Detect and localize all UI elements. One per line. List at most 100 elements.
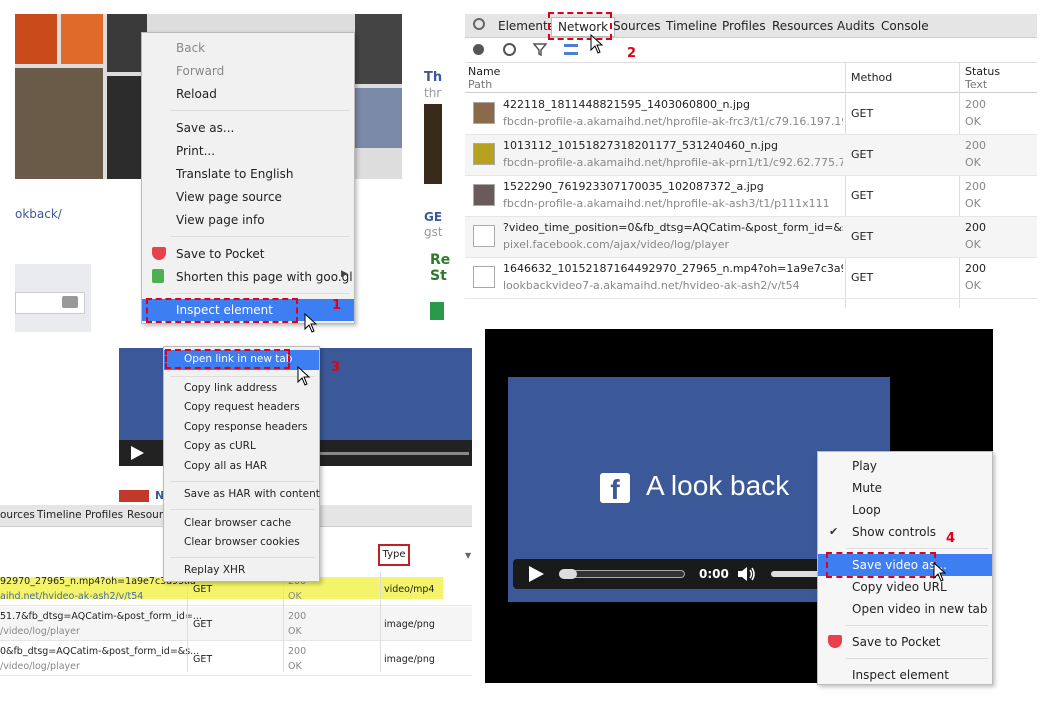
menu-shorten-googl[interactable]: Shorten this page with goo.gl [142,266,354,288]
side-get: GE [424,210,443,224]
camera-icon[interactable] [62,296,78,308]
menu-print[interactable]: Print... [142,140,354,162]
col-divider [380,572,381,672]
table-row[interactable]: ?video_time_position=0&fb_dtsg=AQCatim-&… [465,217,1037,258]
tab-console[interactable]: Console [875,17,935,35]
col-status[interactable]: Status [965,65,1000,78]
menu-clear-cache[interactable]: Clear browser cache [164,514,319,534]
row-text: OK [965,197,981,210]
menu-copy-as-curl[interactable]: Copy as cURL [164,437,319,457]
sort-arrow-icon[interactable]: ▼ [465,551,471,560]
highlight-box-3 [165,349,290,369]
menu-view-source[interactable]: View page source [142,186,354,208]
menu-save-as[interactable]: Save as... [142,117,354,139]
menu-separator [170,376,315,377]
menu-separator [170,557,315,558]
menu-view-info[interactable]: View page info [142,209,354,231]
menu-save-as-har[interactable]: Save as HAR with content [164,485,320,505]
menu-save-to-pocket[interactable]: Save to Pocket [142,243,354,265]
row-path: pixel.facebook.com/ajax/video/log/player [503,238,730,251]
row-name: ?video_time_position=0&fb_dtsg=AQCatim-&… [503,221,843,234]
post-avatar [119,490,149,502]
row-type: video/mp4 [384,584,435,595]
tab-timeline[interactable]: Timeline [660,17,723,35]
submenu-arrow-icon: ▶ [341,269,348,279]
list-view-icon[interactable] [564,44,578,55]
file-icon [473,225,495,247]
col-name[interactable]: Name [468,65,500,78]
table-row[interactable]: 51.7&fb_dtsg=AQCatim-&post_form_id=... /… [0,607,472,641]
tab-profiles[interactable]: Profiles [85,509,123,521]
tab-audits[interactable]: Audits [831,17,881,35]
tab-timeline[interactable]: Timeline [37,509,82,521]
row-status: 200 [965,98,986,111]
search-box[interactable] [15,292,85,314]
menu-play[interactable]: Play [818,455,992,477]
mouse-cursor-icon [590,34,604,54]
type-column-header[interactable]: Type [378,544,410,566]
row-type: image/png [384,619,435,630]
progress-track[interactable] [319,452,469,455]
menu-copy-all-as-har[interactable]: Copy all as HAR [164,457,319,477]
menu-copy-response-headers[interactable]: Copy response headers [164,418,319,438]
row-name: 1522290_761923307170035_102087372_a.jpg [503,180,764,193]
menu-separator [846,625,988,626]
url-text[interactable]: okback/ [15,207,62,221]
filter-icon[interactable] [533,43,547,56]
menu-copy-link-address[interactable]: Copy link address [164,379,319,399]
thumbnail-image [473,102,495,124]
record-icon[interactable] [473,44,484,55]
mouse-cursor-icon [297,366,311,386]
menu-save-to-pocket[interactable]: Save to Pocket [818,631,992,653]
video-title: A look back [646,470,790,501]
menu-separator [170,110,350,111]
table-row[interactable]: 422118_1811448821595_1403060800_n.jpg fb… [465,94,1037,135]
menu-show-controls[interactable]: Show controls [818,521,992,543]
menu-reload[interactable]: Reload [142,83,354,105]
seek-handle[interactable] [559,569,577,579]
table-row[interactable]: 1522290_761923307170035_102087372_a.jpg … [465,176,1037,217]
menu-separator [846,548,988,549]
menu-copy-request-headers[interactable]: Copy request headers [164,398,319,418]
col-method[interactable]: Method [851,71,892,84]
thumbnail-image [473,184,495,206]
play-icon[interactable] [129,445,145,461]
table-row[interactable]: 0&fb_dtsg=AQCatim-&post_form_id=&s... /v… [0,642,472,676]
row-method: GET [851,148,874,161]
menu-back[interactable]: Back [142,37,354,59]
menu-mute[interactable]: Mute [818,477,992,499]
tab-profiles[interactable]: Profiles [716,17,772,35]
menu-replay-xhr[interactable]: Replay XHR [164,561,319,581]
tab-sources[interactable]: ources [0,509,35,521]
volume-icon[interactable] [737,566,757,582]
row-method: GET [193,584,213,595]
search-icon[interactable] [473,18,485,30]
col-divider [187,572,188,672]
thumbnail-image [473,143,495,165]
tab-sources[interactable]: Sources [607,17,666,35]
tab-resources[interactable]: Resources [766,17,839,35]
menu-loop[interactable]: Loop [818,499,992,521]
volume-bar[interactable] [771,571,821,577]
file-icon [473,266,495,288]
menu-clear-cookies[interactable]: Clear browser cookies [164,533,319,553]
facebook-logo-icon: f [600,473,630,505]
table-row[interactable]: 1013112_10151827318201177_531240460_n.jp… [465,135,1037,176]
highlight-box-1 [146,298,298,323]
clear-icon[interactable] [503,43,516,56]
side-title: Th [424,70,443,85]
table-row[interactable]: 1646632_10152187164492970_27965_n.mp4?oh… [465,258,1037,299]
play-icon[interactable] [527,565,545,583]
menu-separator [170,236,350,237]
menu-open-video-new-tab[interactable]: Open video in new tab [818,598,992,620]
menu-forward[interactable]: Forward [142,60,354,82]
menu-inspect-element[interactable]: Inspect element [818,664,992,686]
menu-separator [846,658,988,659]
seek-bar[interactable] [559,570,685,578]
row-text: OK [965,115,981,128]
row-method: GET [193,654,213,665]
menu-translate[interactable]: Translate to English [142,163,354,185]
row-path: fbcdn-profile-a.akamaihd.net/hprofile-ak… [503,156,843,169]
menu-copy-video-url[interactable]: Copy video URL [818,576,992,598]
row-type: image/png [384,654,435,665]
